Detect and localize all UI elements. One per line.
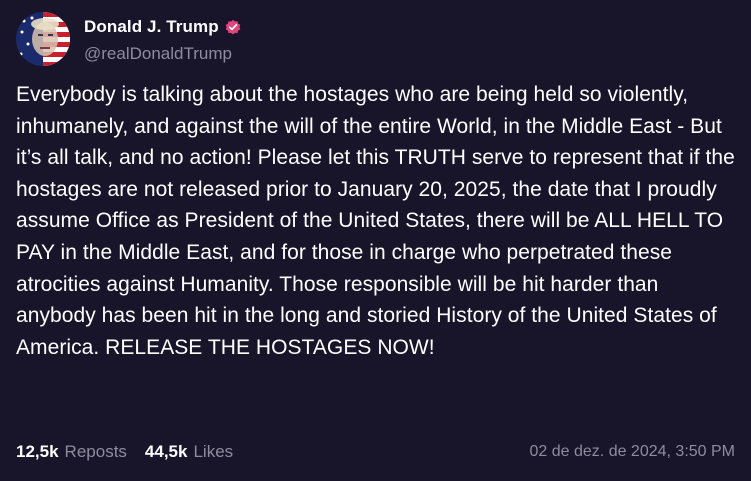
verified-badge-icon	[225, 19, 240, 35]
author-display-name[interactable]: Donald J. Trump	[84, 17, 219, 37]
likes-label: Likes	[193, 442, 234, 461]
post-card: Donald J. Trump @realDonaldTrump Everybo…	[0, 0, 751, 481]
likes-stat[interactable]: 44,5k Likes	[145, 442, 233, 462]
reposts-count: 12,5k	[16, 442, 59, 461]
avatar-image	[16, 12, 70, 66]
post-footer: 12,5k Reposts 44,5k Likes 02 de dez. de …	[16, 439, 735, 465]
likes-count: 44,5k	[144, 442, 188, 461]
post-header: Donald J. Trump @realDonaldTrump	[16, 12, 242, 66]
reposts-stat[interactable]: 12,5k Reposts	[16, 442, 127, 462]
reposts-label: Reposts	[64, 442, 127, 461]
author-handle[interactable]: @realDonaldTrump	[84, 44, 242, 64]
author-names: Donald J. Trump @realDonaldTrump	[84, 14, 242, 64]
post-text: Everybody is talking about the hostages …	[16, 83, 735, 359]
name-row: Donald J. Trump	[84, 14, 242, 40]
post-timestamp[interactable]: 02 de dez. de 2024, 3:50 PM	[530, 443, 735, 461]
avatar[interactable]	[16, 12, 70, 66]
